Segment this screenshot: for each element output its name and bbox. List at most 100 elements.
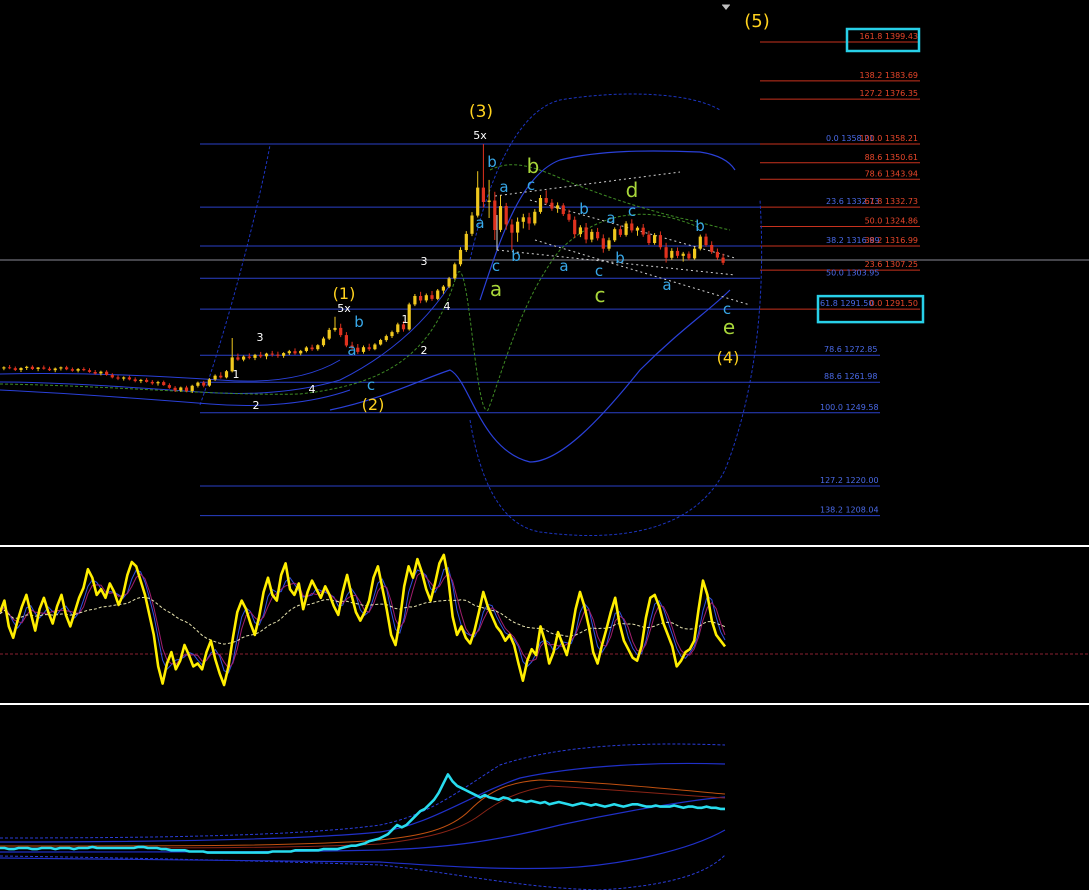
fib-right-label: 100.0 1358.21 [859,134,918,143]
wave-label: c [492,257,500,275]
wave-label: a [606,209,615,227]
chart-background [0,0,1089,890]
wave-label: 4 [444,300,451,313]
candle-body [715,251,719,258]
candle-body [493,200,497,230]
wave-label: 2 [253,399,260,412]
fib-left-label: 100.0 1249.58 [820,403,879,412]
candle-body [316,345,320,350]
candle-body [327,329,331,339]
candle-body [179,387,183,391]
candle-body [487,200,491,202]
wave-label: a [559,257,568,275]
fib-right-label: 78.6 1343.94 [865,169,918,178]
candle-body [87,370,92,372]
candle-body [219,375,223,378]
wave-label: (1) [333,284,356,303]
candle-body [687,253,691,259]
candle-body [116,377,120,379]
candle-body [224,371,229,378]
chart-canvas: 0.0 1358.2123.6 1332.7338.2 1316.9950.0 … [0,0,1089,890]
wave-label: (5) [744,11,770,32]
wave-label: b [354,313,364,331]
candle-body [447,278,451,287]
candle-body [698,236,702,249]
candle-body [464,233,468,250]
fib-right-label: 23.6 1307.25 [865,260,918,269]
candle-body [498,206,503,230]
candle-body [641,227,645,235]
candle-body [647,234,651,243]
candle-body [458,249,463,265]
candle-body [25,366,29,368]
wave-label: c [595,283,606,307]
candle-body [156,382,160,384]
candle-body [618,229,622,235]
wave-label: a [347,341,356,359]
fib-left-label: 78.6 1272.85 [824,345,877,354]
candle-body [567,214,571,220]
candle-body [53,368,57,371]
fib-right-label: 38.2 1316.99 [865,236,918,245]
candle-body [527,217,531,224]
candle-body [550,202,554,209]
wave-label: c [527,176,535,194]
wave-label: 1 [402,313,409,326]
candle-body [65,367,69,370]
candle-body [173,387,177,391]
candle-body [373,344,377,350]
wave-label: b [487,153,497,171]
wave-label: a [499,178,508,196]
candle-body [253,354,257,358]
candle-body [681,253,685,256]
candle-body [247,356,251,358]
wave-label: 1 [233,368,240,381]
candle-body [47,368,52,371]
candle-body [76,369,80,371]
candle-body [630,223,634,231]
candle-body [624,223,628,235]
candle-body [202,382,206,386]
fib-right-label: 0.0 1291.50 [870,299,918,308]
wave-label: b [511,247,521,265]
candle-body [150,381,154,384]
wave-label: 4 [309,383,316,396]
candle-body [361,347,366,352]
candle-body [413,296,417,305]
candle-body [196,382,200,386]
wave-label: a [490,277,502,301]
candle-body [127,377,131,380]
candle-body [110,374,114,378]
candle-body [430,295,434,299]
candle-body [293,351,297,354]
panel-separator-1 [0,545,1089,547]
candle-body [396,324,400,333]
candle-body [8,367,12,369]
candle-body [510,224,514,233]
candle-body [19,368,23,370]
wave-label: b [527,154,540,178]
candle-body [470,215,474,234]
candle-body [339,327,343,336]
candle-body [424,295,428,301]
wave-label: c [723,300,731,318]
candle-body [139,379,143,382]
candle-body [664,247,668,258]
fib-right-label: 88.6 1350.61 [865,153,918,162]
wave-label: c [628,202,636,220]
wave-label: 2 [421,344,428,357]
candle-body [516,221,520,233]
wave-label: a [662,276,671,294]
candle-body [481,187,485,202]
candle-body [59,367,63,369]
wave-label: 3 [421,255,428,268]
candle-body [653,235,657,243]
wave-label: a [475,214,484,232]
fib-left-label: 50.0 1303.95 [826,268,879,277]
fib-left-label: 88.6 1261.98 [824,372,877,381]
fib-right-label: 138.2 1383.69 [859,71,918,80]
candle-body [390,332,394,337]
candle-body [190,385,194,391]
candle-body [670,250,674,258]
candle-body [105,371,109,375]
